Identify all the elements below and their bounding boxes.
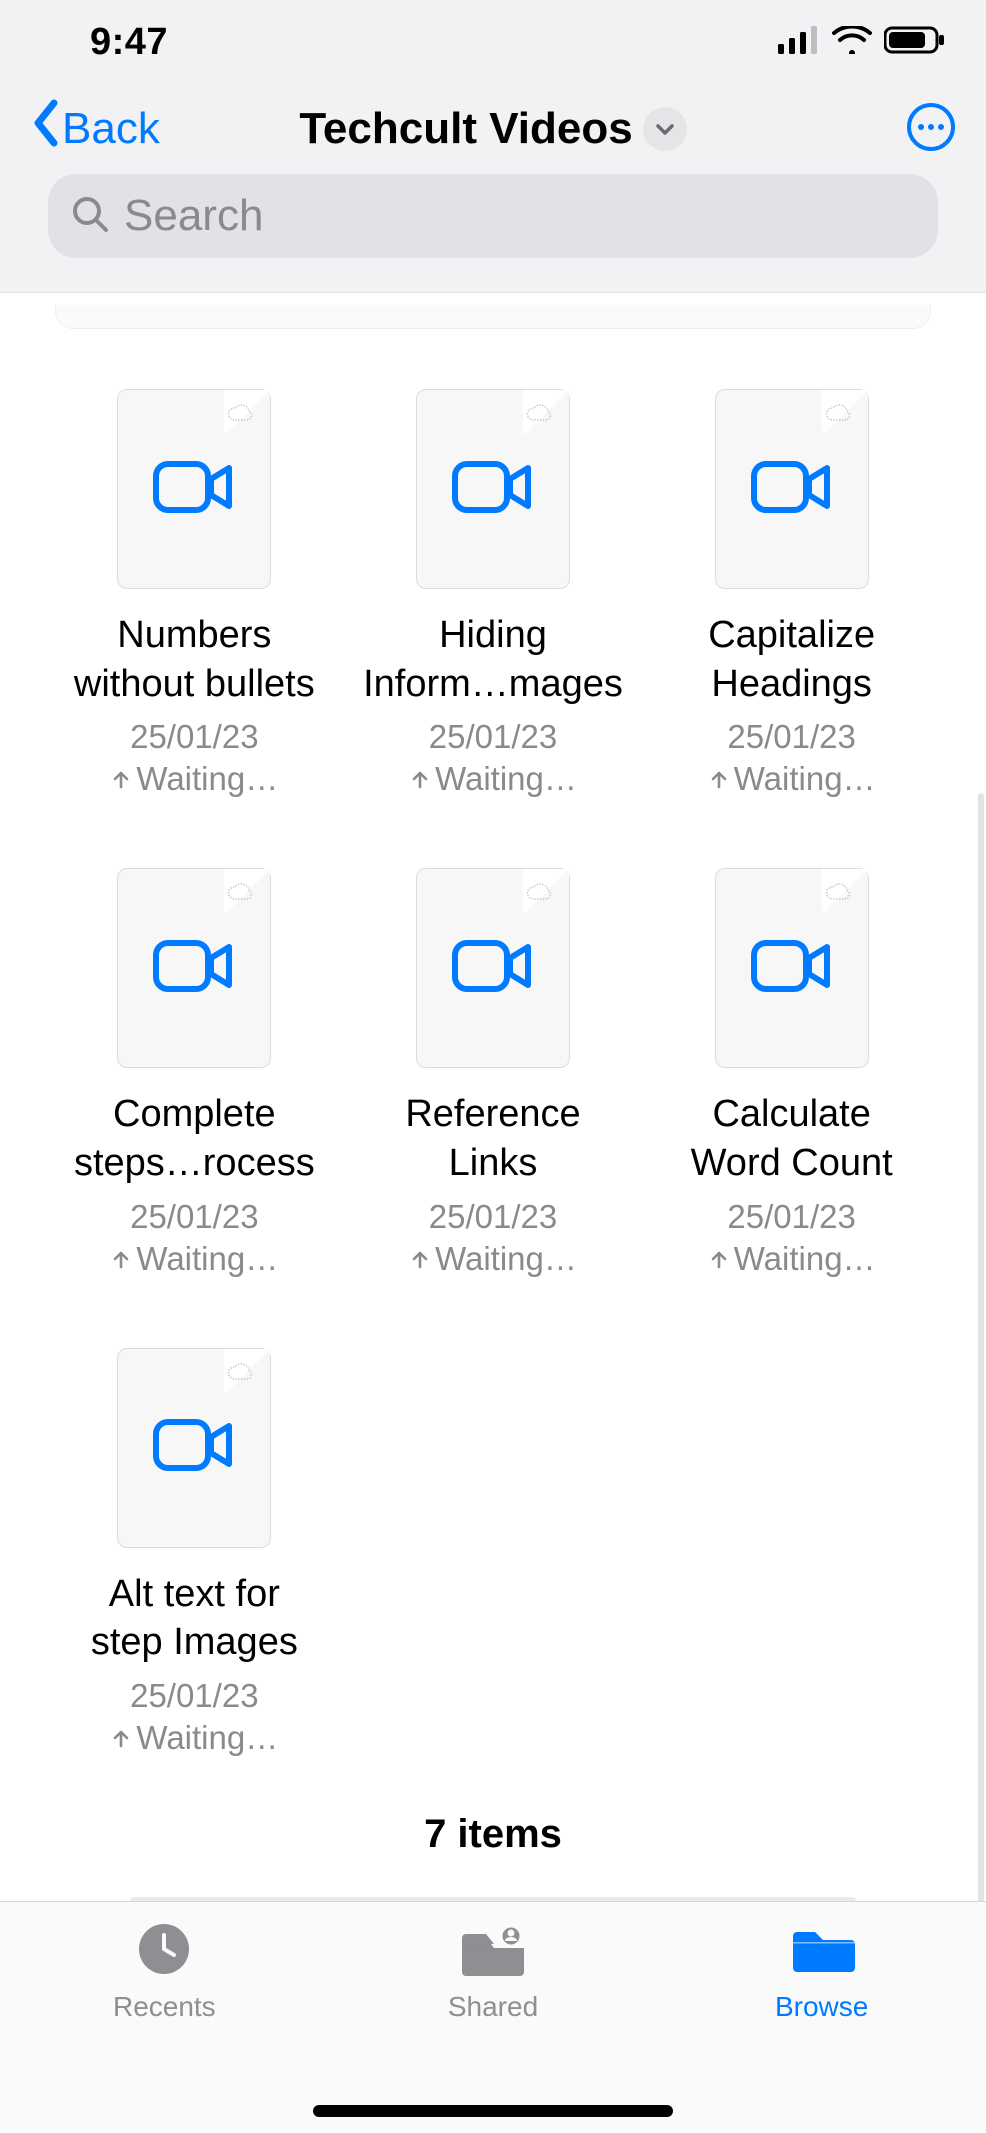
folder-title-button[interactable]: Techcult Videos <box>299 104 686 154</box>
cloud-sync-icon <box>226 1363 256 1383</box>
file-thumbnail <box>715 389 869 589</box>
search-input[interactable] <box>124 191 916 241</box>
item-count-summary: 7 items <box>0 1812 986 1857</box>
video-icon <box>153 1419 235 1476</box>
battery-icon <box>884 26 946 59</box>
file-upload-status: Waiting… <box>110 760 278 798</box>
status-indicators <box>778 26 946 59</box>
back-button[interactable]: Back <box>30 99 160 160</box>
cloud-sync-icon <box>525 883 555 903</box>
upload-arrow-icon <box>110 1240 132 1278</box>
file-item[interactable]: HidingInform…mages 25/01/23 Waiting… <box>359 389 628 798</box>
tab-bar: Recents Shared Browse <box>0 1901 986 2133</box>
file-thumbnail <box>715 868 869 1068</box>
tab-label: Shared <box>448 1991 538 2023</box>
file-date: 25/01/23 <box>429 718 557 756</box>
video-icon <box>452 461 534 518</box>
page-title: Techcult Videos <box>299 104 632 154</box>
file-date: 25/01/23 <box>130 718 258 756</box>
cloud-sync-icon <box>525 404 555 424</box>
divider <box>130 1897 856 1901</box>
scroll-indicator[interactable] <box>978 793 984 1901</box>
chevron-left-icon <box>30 99 60 160</box>
shared-folder-icon <box>457 1922 529 1981</box>
tab-label: Recents <box>113 1991 216 2023</box>
home-indicator[interactable] <box>0 2105 986 2117</box>
wifi-icon <box>832 26 872 59</box>
file-item[interactable]: Alt text forstep Images 25/01/23 Waiting… <box>60 1348 329 1757</box>
tab-label: Browse <box>775 1991 868 2023</box>
tab-recents[interactable]: Recents <box>0 1922 329 2133</box>
file-date: 25/01/23 <box>130 1677 258 1715</box>
upload-arrow-icon <box>409 760 431 798</box>
video-icon <box>452 940 534 997</box>
file-date: 25/01/23 <box>727 718 855 756</box>
video-icon <box>751 461 833 518</box>
previous-section-edge <box>55 305 931 329</box>
upload-arrow-icon <box>708 1240 730 1278</box>
upload-arrow-icon <box>409 1240 431 1278</box>
file-date: 25/01/23 <box>727 1198 855 1236</box>
file-upload-status: Waiting… <box>409 760 577 798</box>
folder-icon <box>789 1922 855 1981</box>
file-item[interactable]: CalculateWord Count 25/01/23 Waiting… <box>657 868 926 1277</box>
file-name: Alt text forstep Images <box>91 1570 298 1667</box>
header: 9:47 Back T <box>0 0 986 293</box>
search-bar[interactable] <box>48 174 938 258</box>
nav-bar: Back Techcult Videos <box>0 84 986 174</box>
status-bar: 9:47 <box>0 0 986 84</box>
file-thumbnail <box>117 389 271 589</box>
cloud-sync-icon <box>824 883 854 903</box>
file-upload-status: Waiting… <box>708 1240 876 1278</box>
file-upload-status: Waiting… <box>708 760 876 798</box>
more-options-button[interactable] <box>906 102 956 157</box>
file-upload-status: Waiting… <box>409 1240 577 1278</box>
file-item[interactable]: ReferenceLinks 25/01/23 Waiting… <box>359 868 628 1277</box>
file-thumbnail <box>416 868 570 1068</box>
file-thumbnail <box>117 868 271 1068</box>
upload-arrow-icon <box>110 760 132 798</box>
file-upload-status: Waiting… <box>110 1240 278 1278</box>
status-time: 9:47 <box>40 21 168 64</box>
file-name: HidingInform…mages <box>363 611 623 708</box>
file-thumbnail <box>117 1348 271 1548</box>
cloud-sync-icon <box>226 404 256 424</box>
tab-browse[interactable]: Browse <box>657 1922 986 2133</box>
file-name: CapitalizeHeadings <box>708 611 875 708</box>
video-icon <box>153 461 235 518</box>
file-date: 25/01/23 <box>429 1198 557 1236</box>
search-icon <box>70 194 110 239</box>
file-thumbnail <box>416 389 570 589</box>
upload-arrow-icon <box>110 1719 132 1757</box>
tab-shared[interactable]: Shared <box>329 1922 658 2133</box>
file-name: Completesteps…rocess <box>74 1090 315 1187</box>
video-icon <box>751 940 833 997</box>
file-upload-status: Waiting… <box>110 1719 278 1757</box>
cloud-sync-icon <box>226 883 256 903</box>
back-label: Back <box>62 104 160 154</box>
file-name: Numberswithout bullets <box>74 611 315 708</box>
upload-arrow-icon <box>708 760 730 798</box>
file-name: CalculateWord Count <box>691 1090 893 1187</box>
file-item[interactable]: Numberswithout bullets 25/01/23 Waiting… <box>60 389 329 798</box>
cellular-signal-icon <box>778 26 820 59</box>
cloud-sync-icon <box>824 404 854 424</box>
file-name: ReferenceLinks <box>405 1090 580 1187</box>
video-icon <box>153 940 235 997</box>
chevron-down-icon <box>643 107 687 151</box>
file-item[interactable]: Completesteps…rocess 25/01/23 Waiting… <box>60 868 329 1277</box>
file-item[interactable]: CapitalizeHeadings 25/01/23 Waiting… <box>657 389 926 798</box>
file-grid: Numberswithout bullets25/01/23Waiting…Hi… <box>0 329 986 1757</box>
clock-icon <box>137 1922 191 1981</box>
content-area[interactable]: Numberswithout bullets25/01/23Waiting…Hi… <box>0 293 986 1901</box>
file-date: 25/01/23 <box>130 1198 258 1236</box>
